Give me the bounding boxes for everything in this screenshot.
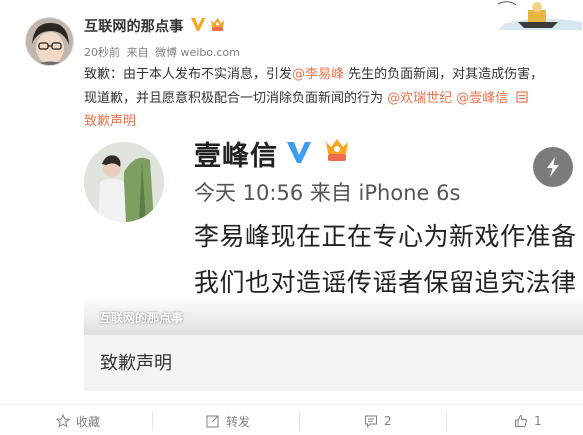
article-title[interactable]: 致歉声明: [100, 349, 172, 375]
corner-decoration-icon: [498, 1, 582, 30]
action-bar: 收藏 转发 2 1: [0, 404, 583, 435]
repost-icon: [206, 415, 219, 428]
like-button[interactable]: 1: [514, 411, 542, 431]
comment-button[interactable]: 2: [364, 411, 392, 431]
favorite-button[interactable]: 收藏: [56, 411, 100, 431]
flash-button[interactable]: [533, 147, 573, 187]
source-prefix: 来自: [126, 46, 149, 59]
post-time[interactable]: 20秒前: [84, 46, 120, 59]
comment-icon: [365, 415, 377, 428]
avatar-image: [26, 18, 73, 65]
flash-icon: [547, 157, 559, 177]
post-source[interactable]: 微博 weibo.com: [155, 46, 240, 59]
inner-vip-icon: [326, 139, 348, 161]
link-icon: [516, 90, 528, 103]
repost-label: 转发: [226, 414, 251, 429]
article-cover-image: 壹峰信 今天 10:56 来自 iPhone 6s 李易峰现在正在专心为新戏作准…: [84, 134, 583, 335]
author-name[interactable]: 互联网的那点事: [84, 16, 183, 36]
thumbs-up-icon: [515, 414, 527, 427]
action-divider: [299, 411, 300, 431]
inner-verified-icon: [287, 142, 311, 163]
action-divider: [446, 411, 447, 431]
inner-avatar-image: [84, 142, 164, 222]
mention-li-yifeng[interactable]: @李易峰: [292, 67, 344, 82]
weibo-post: 互联网的那点事 20秒前 来自 微博 weibo.com 致歉：由于本人发布不实…: [0, 0, 583, 435]
like-count: 1: [534, 414, 542, 428]
post-text-part: 先生的负面新闻，对其造成伤害，: [344, 67, 544, 82]
repost-button[interactable]: 转发: [206, 411, 250, 431]
star-icon: [56, 414, 70, 428]
comment-count: 2: [384, 414, 392, 428]
mention-huanrui[interactable]: @欢瑞世纪: [387, 91, 452, 106]
vip-icon[interactable]: [209, 17, 226, 32]
post-text-part: 现道歉，并且愿意积极配合一切消除负面新闻的行为: [84, 90, 388, 106]
inner-text-line: 李易峰现在正在专心为新戏作准备: [194, 222, 577, 251]
article-link[interactable]: 致歉声明: [84, 114, 136, 129]
action-divider: [152, 411, 153, 431]
image-watermark: 互联网的那点事: [99, 311, 184, 325]
mention-yifengxin[interactable]: @壹峰信: [452, 91, 508, 106]
post-text-part: 致歉：由于本人发布不实消息，引发: [84, 67, 293, 82]
author-avatar[interactable]: [25, 17, 74, 66]
post-meta: 20秒前 来自 微博 weibo.com: [84, 44, 243, 60]
verified-icon: [191, 18, 206, 31]
inner-avatar: [84, 142, 164, 222]
inner-author-name: 壹峰信: [194, 141, 278, 172]
article-card[interactable]: 壹峰信 今天 10:56 来自 iPhone 6s 李易峰现在正在专心为新戏作准…: [84, 134, 583, 391]
post-text: 致歉：由于本人发布不实消息，引发@李易峰 先生的负面新闻，对其造成伤害， 现道歉…: [84, 63, 574, 134]
favorite-label: 收藏: [76, 414, 101, 429]
inner-meta: 今天 10:56 来自 iPhone 6s: [194, 181, 461, 205]
